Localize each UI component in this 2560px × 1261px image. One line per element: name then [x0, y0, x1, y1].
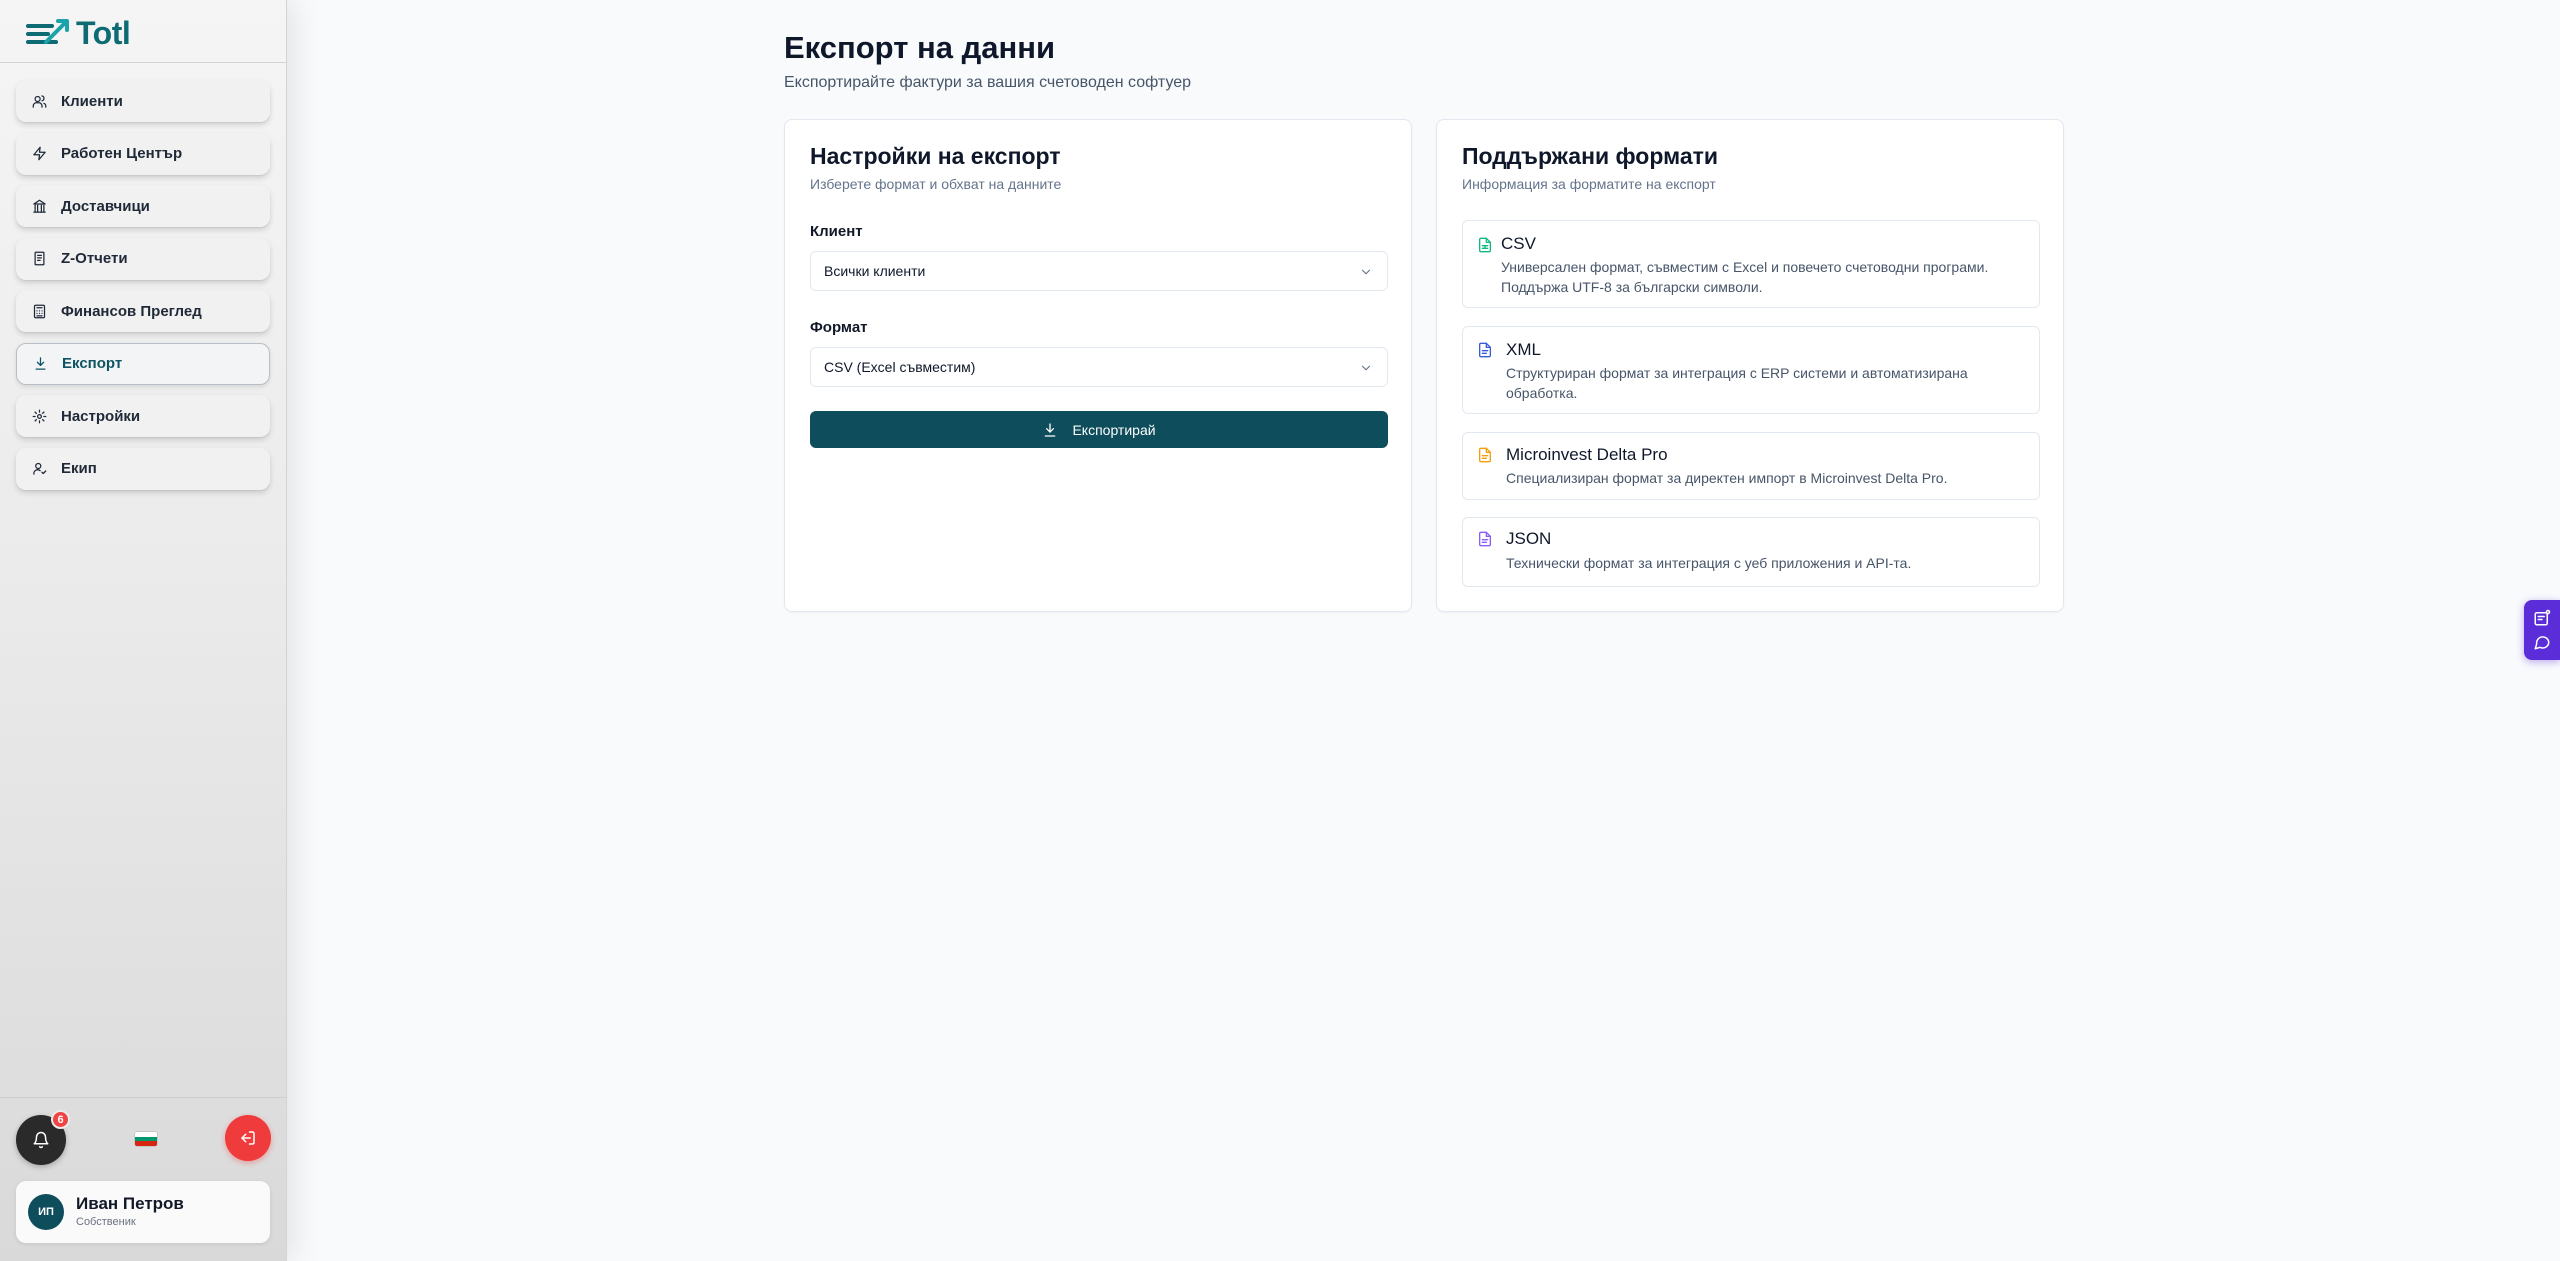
format-item-xml: XML Структуриран формат за интеграция с …	[1462, 326, 2040, 414]
format-select[interactable]: CSV (Excel съвместим)	[810, 347, 1388, 387]
notification-badge: 6	[51, 1110, 70, 1129]
app-name: Totl	[76, 14, 131, 51]
sidebar: Totl Клиенти Работен Център Доставчици Z…	[0, 0, 287, 1261]
format-name: XML	[1506, 340, 1541, 359]
sidebar-item-suppliers[interactable]: Доставчици	[16, 185, 270, 227]
sidebar-item-label: Екип	[61, 460, 97, 477]
download-icon	[1045, 422, 1056, 437]
sidebar-item-financial-overview[interactable]: Финансов Преглед	[16, 290, 270, 332]
format-name: Microinvest Delta Pro	[1506, 445, 1668, 464]
page-subtitle: Експортирайте фактури за вашия счетоводе…	[784, 74, 1192, 91]
card-description: Информация за форматите на експорт	[1462, 176, 1716, 192]
sidebar-item-label: Доставчици	[61, 197, 150, 215]
client-label: Клиент	[810, 223, 863, 240]
users-icon	[32, 94, 47, 109]
client-select[interactable]: Всички клиенти	[810, 251, 1388, 291]
logout-button[interactable]	[225, 1115, 271, 1161]
format-description: Технически формат за интеграция с уеб пр…	[1506, 555, 1912, 571]
format-name: CSV	[1501, 234, 1536, 253]
team-icon	[32, 461, 47, 476]
sidebar-item-export[interactable]: Експорт	[16, 342, 270, 385]
sidebar-item-z-reports[interactable]: Z-Отчети	[16, 237, 270, 280]
format-label: Формат	[810, 319, 868, 336]
user-name: Иван Петров	[76, 1194, 184, 1213]
format-item-microinvest: Microinvest Delta Pro Специализиран форм…	[1462, 432, 2040, 500]
chat-icon[interactable]	[2533, 633, 2551, 651]
format-item-csv: CSV Универсален формат, съвместим с Exce…	[1462, 220, 2040, 308]
client-select-value: Всички клиенти	[824, 263, 926, 279]
sidebar-item-label: Работен Център	[61, 145, 183, 162]
page-title: Експорт на данни	[784, 30, 1056, 65]
sidebar-item-team[interactable]: Екип	[16, 447, 270, 490]
user-role: Собственик	[76, 1216, 136, 1228]
sidebar-item-label: Клиенти	[61, 92, 123, 110]
format-description: Специализиран формат за директен импорт …	[1506, 470, 1948, 486]
format-description: Структуриран формат за интеграция с ERP …	[1506, 365, 1968, 401]
sidebar-item-label: Финансов Преглед	[61, 302, 202, 320]
chevron-down-icon	[1361, 269, 1371, 275]
sidebar-item-label: Експорт	[62, 355, 123, 372]
format-item-json: JSON Технически формат за интеграция с у…	[1462, 517, 2040, 587]
supported-formats-card: Поддържани формати Информация за формати…	[1436, 119, 2064, 612]
file-code-icon	[1477, 342, 1493, 358]
sidebar-divider	[0, 62, 287, 63]
bell-icon	[33, 1131, 49, 1149]
format-name: JSON	[1506, 529, 1552, 548]
export-settings-card: Настройки на експорт Изберете формат и о…	[784, 119, 1412, 612]
zap-icon	[32, 146, 47, 161]
file-text-icon	[1477, 447, 1493, 463]
sidebar-item-work-center[interactable]: Работен Център	[16, 132, 270, 175]
feedback-widget[interactable]	[2524, 600, 2560, 660]
avatar: ИП	[28, 1194, 64, 1230]
sidebar-item-clients[interactable]: Клиенти	[16, 80, 270, 122]
bug-report-icon[interactable]	[2533, 609, 2551, 627]
bulgarian-flag-icon[interactable]	[135, 1132, 157, 1146]
card-title: Поддържани формати	[1462, 143, 1719, 169]
file-spreadsheet-icon	[1477, 237, 1493, 253]
user-info: Иван Петров Собственик	[76, 1194, 184, 1230]
card-description: Изберете формат и обхват на данните	[810, 176, 1062, 192]
bank-icon	[32, 199, 47, 214]
sidebar-bottom-divider	[0, 1097, 287, 1098]
format-description: Универсален формат, съвместим с Excel и …	[1501, 259, 1989, 295]
calculator-icon	[32, 304, 47, 319]
app-logo[interactable]: Totl	[26, 14, 131, 51]
chevron-down-icon	[1361, 365, 1371, 371]
format-select-value: CSV (Excel съвместим)	[824, 359, 976, 375]
export-button-label: Експортирай	[1072, 421, 1156, 438]
logout-icon	[241, 1131, 255, 1145]
card-title: Настройки на експорт	[810, 143, 1061, 169]
receipt-icon	[32, 251, 47, 266]
gear-icon	[32, 409, 47, 424]
logo-icon	[26, 19, 69, 44]
sidebar-item-settings[interactable]: Настройки	[16, 395, 270, 437]
download-icon	[33, 356, 48, 371]
sidebar-nav: Клиенти Работен Център Доставчици Z-Отче…	[16, 80, 270, 500]
file-json-icon	[1477, 531, 1493, 547]
export-button[interactable]: Експортирай	[810, 411, 1388, 448]
sidebar-item-label: Настройки	[61, 407, 141, 425]
sidebar-item-label: Z-Отчети	[61, 250, 128, 267]
user-profile-card[interactable]: ИП Иван Петров Собственик	[16, 1181, 270, 1243]
